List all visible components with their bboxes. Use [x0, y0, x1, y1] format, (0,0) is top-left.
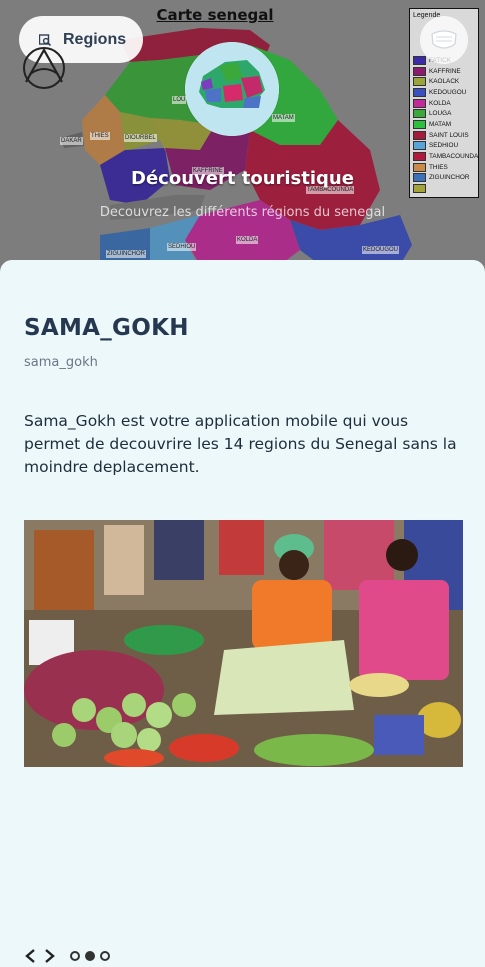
legend-label: TAMBACOUNDA: [429, 153, 479, 161]
legend-label: KEDOUGOU: [429, 88, 467, 96]
legend-item: KOLDA: [413, 98, 478, 109]
legend-swatch: [413, 109, 426, 119]
legend-label: MATAM: [429, 120, 452, 128]
tent-logo-icon[interactable]: [20, 44, 68, 92]
pager-dot[interactable]: [70, 951, 80, 961]
chevron-left-icon[interactable]: [24, 948, 38, 964]
legend-item: LOUGA: [413, 108, 478, 119]
legend-label: KOLDA: [429, 99, 451, 107]
region-label-thies: THIES: [90, 132, 110, 140]
app-info-card: SAMA_GOKH sama_gokh Sama_Gokh est votre …: [0, 260, 485, 967]
regions-button-label: Regions: [63, 30, 127, 48]
map-title: Carte senegal: [156, 6, 274, 24]
pager-dot[interactable]: [100, 951, 110, 961]
legend-item: KAOLACK: [413, 76, 478, 87]
legend-swatch: [413, 130, 426, 140]
senegal-logo: [185, 42, 279, 136]
region-label-louga: LOU: [172, 96, 187, 104]
legend-swatch: [413, 66, 426, 76]
region-label-ziguinchor: ZIGUINCHOR: [106, 250, 146, 258]
region-label-dakar: DAKAR: [60, 137, 83, 145]
face-mask-icon: [431, 30, 457, 49]
market-photo-illustration: [24, 520, 463, 767]
legend-swatch: [413, 141, 426, 151]
legend-item: SEDHIOU: [413, 141, 478, 152]
legend-swatch: [413, 77, 426, 87]
legend-item: MATAM: [413, 119, 478, 130]
legend-swatch: [413, 55, 426, 65]
pager-dots: [70, 951, 115, 961]
market-photo: [24, 520, 463, 767]
region-label-kolda: KOLDA: [236, 236, 259, 244]
legend-swatch: [413, 119, 426, 129]
legend-item: KAFFRINE: [413, 66, 478, 77]
carousel-pager: [24, 946, 115, 966]
legend-label: KAOLACK: [429, 78, 460, 86]
legend-item: KEDOUGOU: [413, 87, 478, 98]
legend-label: SAINT LOUIS: [429, 131, 469, 139]
legend-label: LOUGA: [429, 110, 452, 118]
chevron-right-icon[interactable]: [42, 948, 56, 964]
mask-button[interactable]: [420, 16, 468, 64]
legend-label: KAFFRINE: [429, 67, 461, 75]
app-title: SAMA_GOKH: [24, 315, 189, 341]
hero-subtitle: Decouvrez les différents régions du sene…: [99, 205, 386, 220]
legend-item: TAMBACOUNDA: [413, 151, 478, 162]
region-label-diourbel: DIOURBEL: [124, 134, 157, 142]
senegal-mini-map-icon: [185, 42, 279, 136]
legend-swatch: [413, 152, 426, 162]
pager-dot[interactable]: [85, 951, 95, 961]
legend-item: SAINT LOUIS: [413, 130, 478, 141]
legend-swatch: [413, 98, 426, 108]
legend-swatch: [413, 87, 426, 97]
app-description: Sama_Gokh est votre application mobile q…: [24, 412, 457, 476]
app-handle: sama_gokh: [24, 355, 98, 370]
region-label-sedhiou: SEDHIOU: [167, 243, 197, 251]
hero-title: Découvert touristique: [131, 168, 354, 189]
hero-banner: Carte senegal LOU MATAM DAKAR THIES DIOU…: [0, 0, 485, 272]
legend-label: SEDHIOU: [429, 142, 459, 150]
region-label-kedougou: KEDOUGOU: [362, 246, 400, 254]
region-label-matam: MATAM: [272, 114, 295, 122]
